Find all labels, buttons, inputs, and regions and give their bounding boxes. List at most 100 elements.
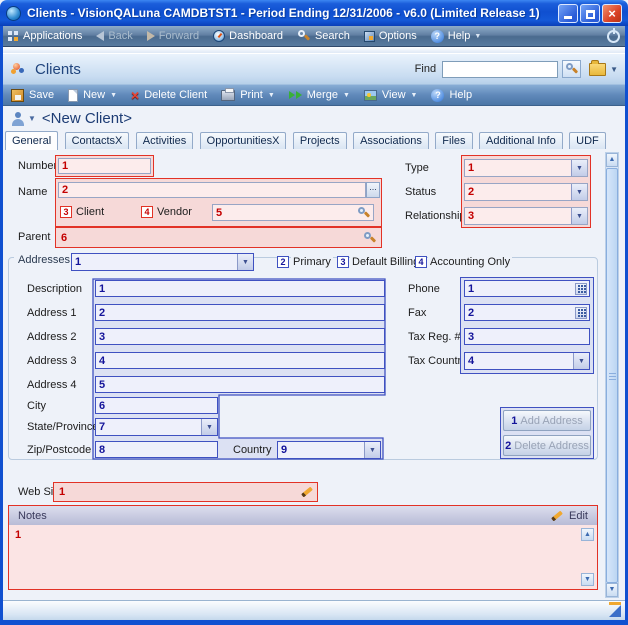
tab-opportunitiesx[interactable]: OpportunitiesX — [200, 132, 287, 149]
tab-udf[interactable]: UDF — [569, 132, 606, 149]
merge-arrows-icon — [289, 91, 302, 99]
printer-icon — [221, 90, 235, 101]
name-browse-button[interactable]: ... — [366, 182, 380, 198]
parent-magnifier-icon[interactable] — [363, 231, 377, 245]
lookup-magnifier-icon[interactable] — [357, 206, 371, 220]
phone-input[interactable]: 1 — [464, 280, 590, 297]
search-icon — [297, 29, 311, 43]
close-button[interactable]: × — [602, 4, 622, 23]
phone-keypad-icon[interactable] — [575, 283, 587, 295]
tax-reg-label: Tax Reg. # — [408, 331, 461, 343]
address3-label: Address 3 — [27, 355, 77, 367]
chevron-down-icon[interactable]: ▼ — [237, 254, 253, 270]
chevron-down-icon[interactable]: ▼ — [571, 160, 587, 176]
new-document-icon — [68, 89, 78, 102]
status-label: Status — [405, 186, 436, 198]
scrollbar-thumb[interactable] — [606, 168, 618, 583]
chevron-down-icon[interactable]: ▼ — [571, 184, 587, 200]
description-label: Description — [27, 283, 82, 295]
country-dropdown[interactable]: 9▼ — [277, 441, 381, 459]
scroll-down-icon[interactable]: ▼ — [581, 573, 594, 586]
city-label: City — [27, 400, 46, 412]
toolbar-help-button[interactable]: ?Help — [428, 89, 475, 102]
edit-pencil-icon[interactable] — [301, 487, 313, 498]
number-annotation-box — [55, 155, 154, 177]
vendor-checkbox[interactable]: 4 — [141, 206, 153, 218]
type-dropdown[interactable]: 1▼ — [464, 159, 588, 177]
state-province-dropdown[interactable]: 7▼ — [95, 418, 218, 436]
chevron-down-icon[interactable]: ▼ — [364, 442, 380, 458]
new-button[interactable]: New▼ — [65, 89, 120, 102]
name-input[interactable] — [58, 182, 366, 198]
default-billing-checkbox-label: Default Billing — [350, 256, 421, 268]
address2-input[interactable] — [95, 328, 385, 345]
merge-button[interactable]: Merge▼ — [286, 89, 353, 101]
tab-contactsx[interactable]: ContactsX — [65, 132, 130, 149]
delete-address-button[interactable]: 2Delete Address — [503, 435, 591, 456]
address4-input[interactable] — [95, 376, 385, 393]
tax-country-dropdown[interactable]: 4▼ — [464, 352, 590, 370]
client-checkbox[interactable]: 3 — [60, 206, 72, 218]
add-address-button[interactable]: 1Add Address — [503, 410, 591, 431]
find-search-button[interactable] — [562, 60, 581, 78]
menu-search[interactable]: Search — [297, 29, 350, 43]
address-selector-dropdown[interactable]: 1▼ — [71, 253, 254, 271]
accounting-only-checkbox[interactable]: 4 — [415, 256, 427, 268]
menu-applications[interactable]: Applications — [8, 30, 82, 42]
folder-dropdown-icon[interactable]: ▼ — [610, 65, 618, 74]
number-input[interactable] — [58, 158, 151, 174]
maximize-button[interactable] — [580, 4, 600, 23]
print-button[interactable]: Print▼ — [218, 89, 278, 101]
status-dropdown[interactable]: 2▼ — [464, 183, 588, 201]
relationship-dropdown[interactable]: 3▼ — [464, 207, 588, 225]
notes-scrollbar[interactable]: ▲ ▼ — [581, 528, 594, 586]
open-folder-icon[interactable] — [589, 63, 606, 76]
city-input[interactable] — [95, 397, 218, 414]
web-site-input[interactable]: 1 — [56, 485, 315, 499]
description-input[interactable] — [95, 280, 385, 297]
tab-activities[interactable]: Activities — [136, 132, 193, 149]
minimize-button[interactable] — [558, 4, 578, 23]
record-menu-caret-icon[interactable]: ▼ — [28, 114, 36, 123]
tab-projects[interactable]: Projects — [293, 132, 347, 149]
address1-input[interactable] — [95, 304, 385, 321]
delete-client-button[interactable]: ×Delete Client — [128, 88, 210, 102]
zip-postcode-input[interactable] — [95, 441, 218, 458]
address1-label: Address 1 — [27, 307, 77, 319]
fax-keypad-icon[interactable] — [575, 307, 587, 319]
tab-files[interactable]: Files — [435, 132, 472, 149]
parent-lookup-field[interactable]: 6 — [58, 230, 379, 245]
view-button[interactable]: View▼ — [361, 89, 421, 101]
vertical-scrollbar[interactable]: ▲ ▼ — [605, 152, 619, 598]
menu-dashboard[interactable]: Dashboard — [213, 30, 283, 42]
window-titlebar[interactable]: Clients - VisionQALuna CAMDBTST1 - Perio… — [0, 0, 628, 26]
tab-general[interactable]: General — [5, 131, 58, 150]
notes-edit-button[interactable]: Edit — [569, 510, 588, 522]
menu-options[interactable]: Options — [364, 30, 417, 42]
tab-associations[interactable]: Associations — [353, 132, 429, 149]
resize-grip-icon[interactable] — [609, 605, 621, 617]
save-button[interactable]: Save — [8, 89, 57, 102]
fax-input[interactable]: 2 — [464, 304, 590, 321]
power-icon[interactable] — [607, 30, 620, 43]
default-billing-checkbox[interactable]: 3 — [337, 256, 349, 268]
menu-help[interactable]: ?Help▼ — [431, 30, 482, 43]
scroll-up-icon[interactable]: ▲ — [606, 153, 618, 167]
chevron-down-icon[interactable]: ▼ — [573, 353, 589, 369]
find-label: Find — [415, 63, 436, 75]
find-input[interactable] — [442, 61, 558, 78]
edit-pencil-icon[interactable] — [551, 510, 563, 521]
chevron-down-icon[interactable]: ▼ — [201, 419, 217, 435]
address2-label: Address 2 — [27, 331, 77, 343]
client-person-icon[interactable] — [11, 112, 25, 126]
scroll-down-icon[interactable]: ▼ — [606, 583, 618, 597]
address3-input[interactable] — [95, 352, 385, 369]
vendor-lookup-field[interactable]: 5 — [212, 204, 374, 221]
chevron-down-icon[interactable]: ▼ — [571, 208, 587, 224]
menu-back[interactable]: Back — [96, 30, 132, 42]
menu-forward[interactable]: Forward — [147, 30, 199, 42]
tax-reg-input[interactable] — [464, 328, 590, 345]
tab-additional-info[interactable]: Additional Info — [479, 132, 563, 149]
scroll-up-icon[interactable]: ▲ — [581, 528, 594, 541]
primary-checkbox[interactable]: 2 — [277, 256, 289, 268]
